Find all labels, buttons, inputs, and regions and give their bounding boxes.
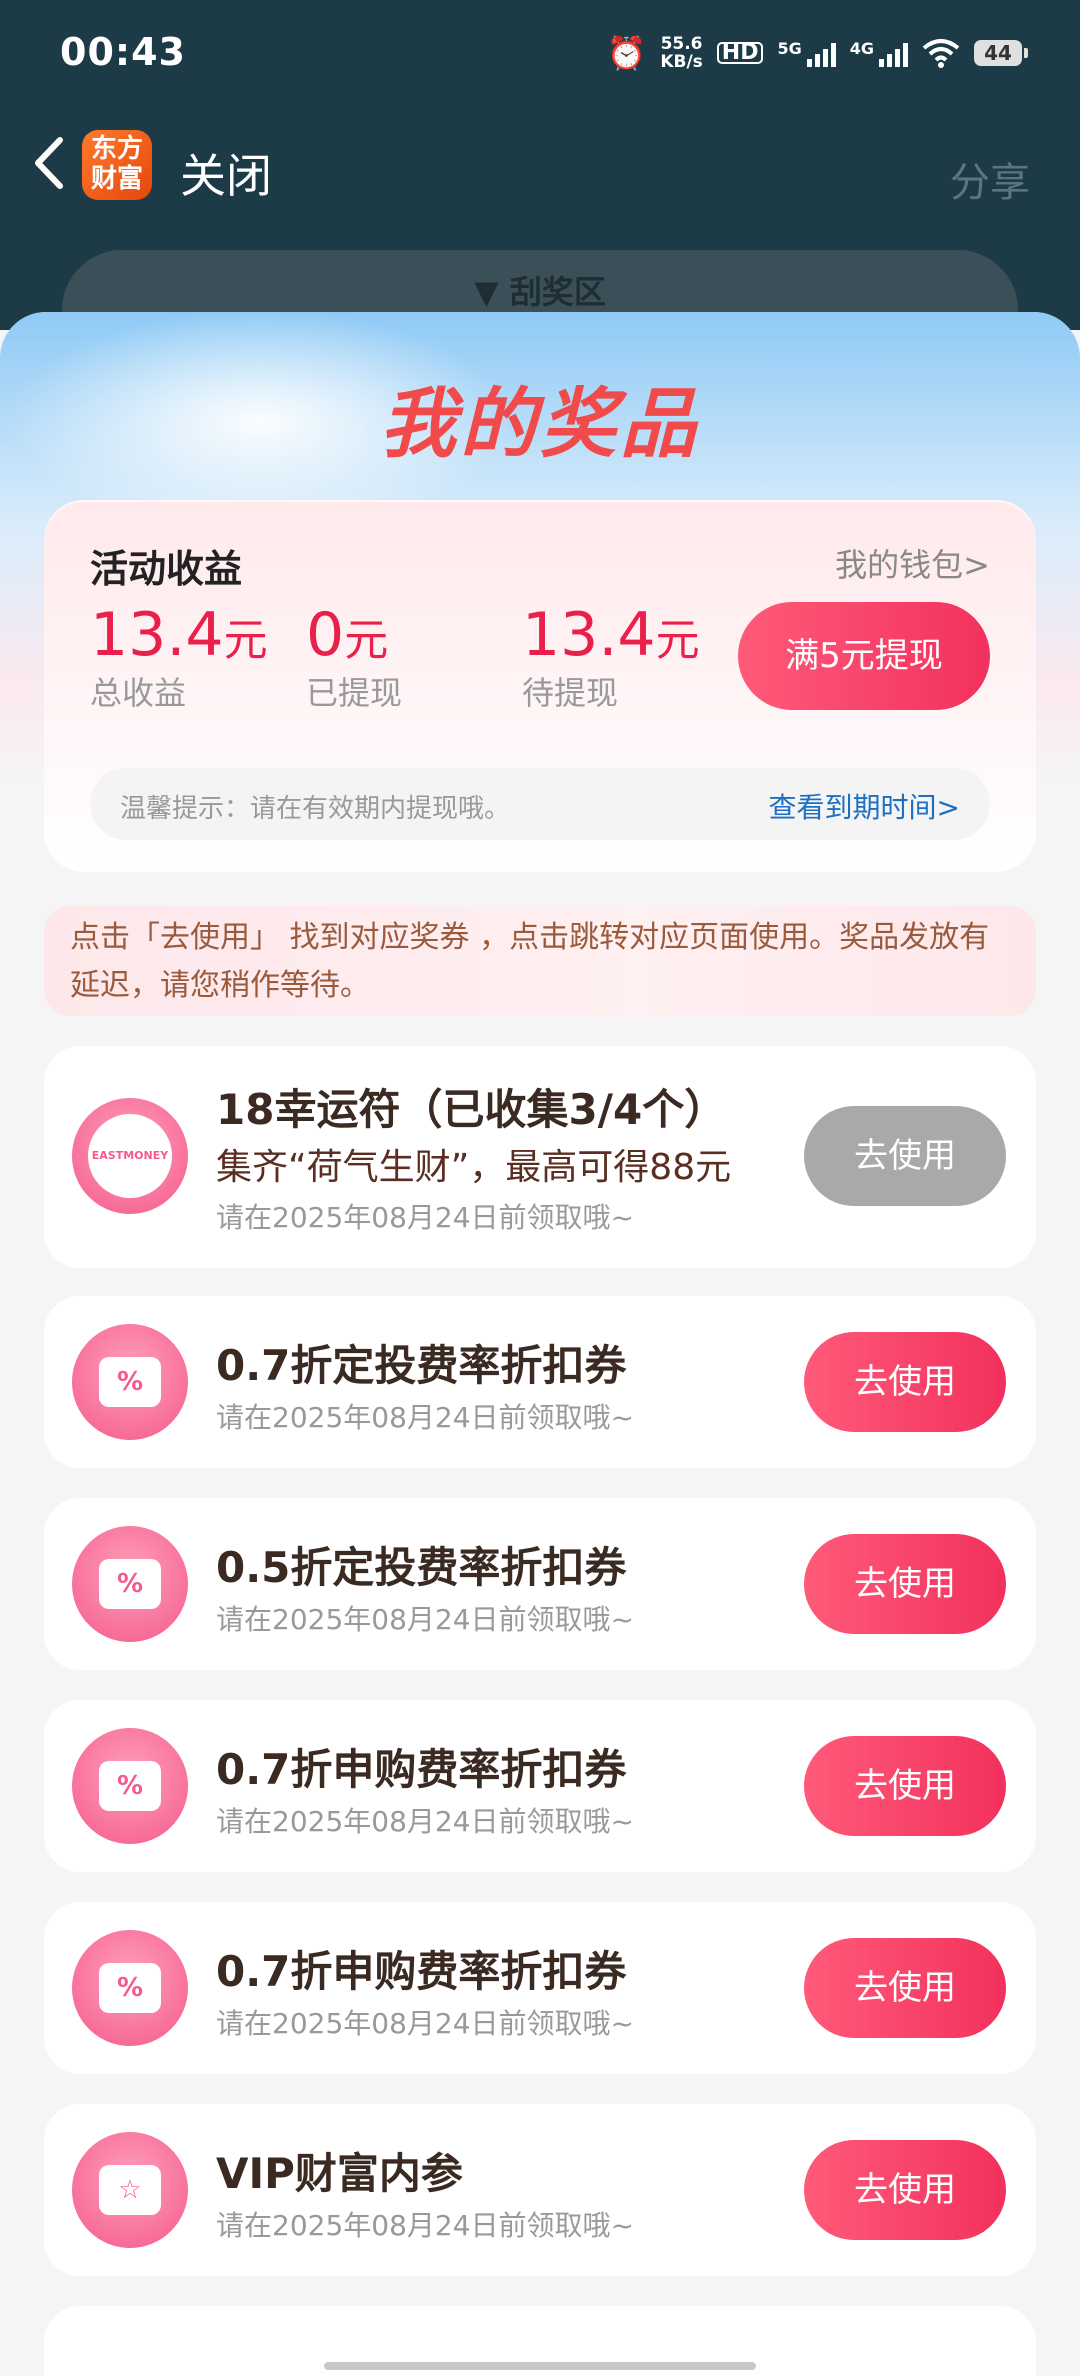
signal-4g-icon: 4G [850,39,908,67]
withdrawn-label: 已提现 [306,674,403,712]
wallet-link[interactable]: 我的钱包> [835,540,990,586]
home-indicator[interactable] [324,2362,756,2370]
use-button[interactable]: 去使用 [804,2140,1006,2240]
sim2-label: 4G [849,39,874,58]
pending-earnings: 13.4元 待提现 [522,600,700,714]
use-button[interactable]: 去使用 [804,1534,1006,1634]
withdrawn-earnings: 0元 已提现 [306,600,402,714]
share-button[interactable]: 分享 [950,150,1030,208]
sim1-label: 5G [777,39,802,58]
prizes-sheet: 我的奖品 活动收益 我的钱包> 13.4元 总收益 0元 已提现 13.4元 待… [0,312,1080,2376]
earnings-title: 活动收益 [90,547,243,591]
sheet-title: 我的奖品 [380,379,700,468]
coupon-symbol: % [99,1761,161,1811]
tip-bar: 温馨提示：请在有效期内提现哦。 查看到期时间> [90,768,990,840]
status-bar: 00:43 ⏰ 55.6 KB/s HD 5G 4G 44 [0,0,1080,110]
prize-subtitle: 集齐“荷气生财”，最高可得88元 [216,1147,732,1188]
coupon-symbol: % [99,1559,161,1609]
coupon-percent-icon: % [72,1526,188,1642]
net-speed-unit: KB/s [660,52,703,72]
prize-item: % 0.7折定投费率折扣券 请在2025年08月24日前领取哦~ 去使用 [44,1296,1036,1468]
prize-expiry: 请在2025年08月24日前领取哦~ [216,2209,634,2242]
total-label: 总收益 [90,674,187,712]
withdrawn-unit: 元 [344,615,389,666]
net-speed-value: 55.6 [660,34,703,54]
prize-expiry: 请在2025年08月24日前领取哦~ [216,1603,634,1636]
prize-expiry: 请在2025年08月24日前领取哦~ [216,1401,634,1434]
tip-text: 温馨提示：请在有效期内提现哦。 [120,794,511,824]
prize-expiry: 请在2025年08月24日前领取哦~ [216,1805,634,1838]
prize-title: 0.7折定投费率折扣券 [216,1341,627,1390]
use-button[interactable]: 去使用 [804,1332,1006,1432]
pending-value: 13.4 [522,600,656,670]
total-value: 13.4 [90,600,224,670]
status-icons: ⏰ 55.6 KB/s HD 5G 4G 44 [606,34,1028,72]
withdrawn-value: 0 [306,600,345,670]
coupon-symbol: % [99,1357,161,1407]
pending-label: 待提现 [522,674,619,712]
expiry-time-link[interactable]: 查看到期时间> [769,786,960,826]
total-earnings: 13.4元 总收益 [90,600,268,714]
prize-title: 18幸运符（已收集3/4个） [216,1085,727,1134]
prize-item: % 0.7折申购费率折扣券 请在2025年08月24日前领取哦~ 去使用 [44,1700,1036,1872]
coupon-percent-icon: % [72,1930,188,2046]
coupon-star-icon: ☆ [72,2132,188,2248]
wifi-icon [922,39,960,68]
prize-item-vip: ☆ VIP财富内参 请在2025年08月24日前领取哦~ 去使用 [44,2104,1036,2276]
coupon-symbol: ☆ [99,2165,161,2215]
prize-item: % 0.7折申购费率折扣券 请在2025年08月24日前领取哦~ 去使用 [44,1902,1036,2074]
use-button[interactable]: 去使用 [804,1938,1006,2038]
logo-text-1: 东方 [90,134,143,164]
eastmoney-badge-icon: EASTMONEY [72,1098,188,1214]
prize-item: % 0.5折定投费率折扣券 请在2025年08月24日前领取哦~ 去使用 [44,1498,1036,1670]
usage-notice: 点击「去使用」 找到对应奖券 ，点击跳转对应页面使用。奖品发放有延迟，请您稍作等… [44,906,1036,1016]
net-speed: 55.6 KB/s [660,35,702,71]
signal-5g-icon: 5G [777,39,836,67]
prize-title: 0.7折申购费率折扣券 [216,1947,627,1996]
battery-icon: 44 [974,40,1028,66]
back-arrow-icon[interactable] [22,128,82,198]
nav-bar: 东方 财富 关闭 分享 [0,120,1080,220]
eastmoney-logo: 东方 财富 [82,130,152,200]
use-button[interactable]: 去使用 [804,1736,1006,1836]
coupon-symbol: % [99,1963,161,2013]
close-button[interactable]: 关闭 [180,140,272,206]
status-time: 00:43 [60,30,186,74]
badge-text: EASTMONEY [88,1114,172,1198]
logo-text-2: 财富 [90,164,143,194]
prize-title: 0.7折申购费率折扣券 [216,1745,627,1794]
coupon-percent-icon: % [72,1728,188,1844]
total-unit: 元 [223,615,268,666]
withdraw-button[interactable]: 满5元提现 [738,602,990,710]
hd-icon: HD [716,42,764,64]
prize-title: VIP财富内参 [216,2149,463,2198]
pending-unit: 元 [655,615,700,666]
coupon-percent-icon: % [72,1324,188,1440]
earnings-card: 活动收益 我的钱包> 13.4元 总收益 0元 已提现 13.4元 待提现 满5… [44,500,1036,872]
alarm-icon: ⏰ [606,34,647,72]
prize-title: 0.5折定投费率折扣券 [216,1543,627,1592]
prize-expiry: 请在2025年08月24日前领取哦~ [216,1201,634,1234]
prize-item-lucky-charm: EASTMONEY 18幸运符（已收集3/4个） 集齐“荷气生财”，最高可得88… [44,1046,1036,1268]
use-button[interactable]: 去使用 [804,1106,1006,1206]
prize-expiry: 请在2025年08月24日前领取哦~ [216,2007,634,2040]
